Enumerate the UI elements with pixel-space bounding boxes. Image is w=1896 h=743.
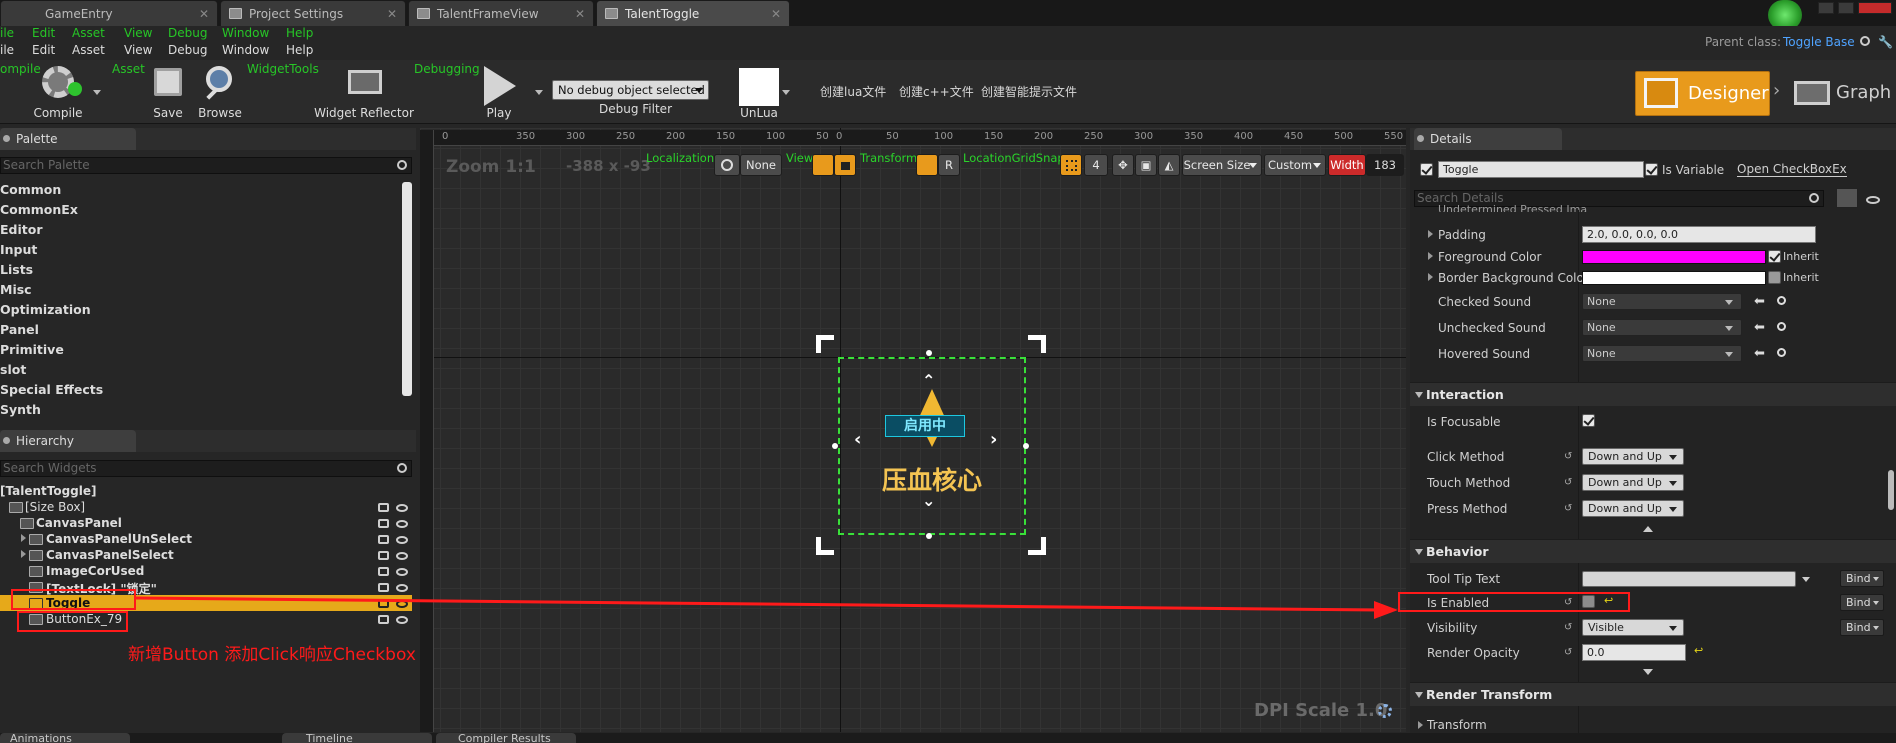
- tab-compiler-results[interactable]: Compiler Results: [436, 733, 576, 743]
- tab-animations[interactable]: Animations: [0, 733, 130, 743]
- tab-label: Animations: [10, 733, 72, 743]
- tab-timeline[interactable]: Timeline: [282, 733, 432, 743]
- tab-label: Timeline: [306, 733, 353, 743]
- annotation-arrow: [135, 596, 1398, 619]
- tab-label: Compiler Results: [458, 733, 551, 743]
